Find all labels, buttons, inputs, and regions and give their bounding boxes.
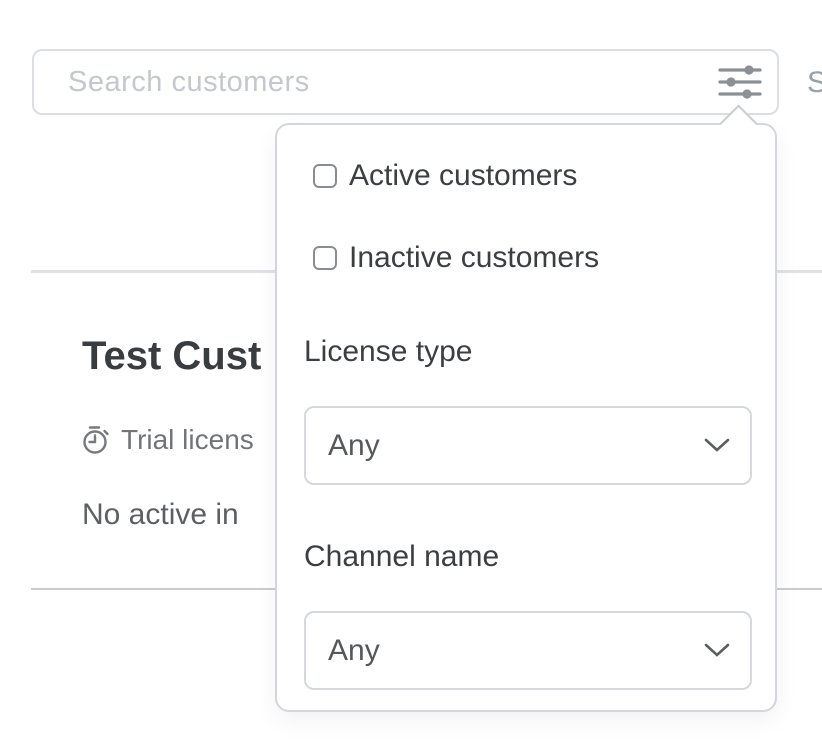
license-type-select[interactable]: Any bbox=[304, 406, 752, 485]
license-info-row: Trial licens bbox=[82, 424, 254, 456]
inactive-customers-checkbox[interactable] bbox=[313, 246, 337, 270]
search-bar bbox=[32, 49, 779, 115]
channel-name-select-value: Any bbox=[328, 634, 380, 668]
customer-name-heading: Test Cust bbox=[82, 334, 261, 379]
search-input[interactable] bbox=[34, 51, 711, 113]
channel-name-label: Channel name bbox=[304, 540, 499, 574]
chevron-down-icon bbox=[704, 643, 730, 658]
checkbox-label: Inactive customers bbox=[349, 241, 599, 275]
active-customers-checkbox[interactable] bbox=[313, 164, 337, 188]
customer-status-text: No active in bbox=[82, 498, 239, 532]
trial-timer-icon bbox=[82, 425, 110, 455]
license-type-label: License type bbox=[304, 335, 472, 369]
filter-button[interactable] bbox=[711, 56, 769, 108]
inactive-customers-checkbox-row[interactable]: Inactive customers bbox=[313, 241, 599, 275]
chevron-down-icon bbox=[704, 438, 730, 453]
license-type-select-value: Any bbox=[328, 429, 380, 463]
active-customers-checkbox-row[interactable]: Active customers bbox=[313, 159, 577, 193]
sliders-filter-icon bbox=[718, 65, 762, 99]
truncated-right-label: S bbox=[807, 66, 822, 100]
filter-dropdown-panel: Active customers Inactive customers Lice… bbox=[275, 123, 777, 712]
channel-name-select[interactable]: Any bbox=[304, 611, 752, 690]
checkbox-label: Active customers bbox=[349, 159, 577, 193]
license-type-text: Trial licens bbox=[121, 424, 254, 456]
